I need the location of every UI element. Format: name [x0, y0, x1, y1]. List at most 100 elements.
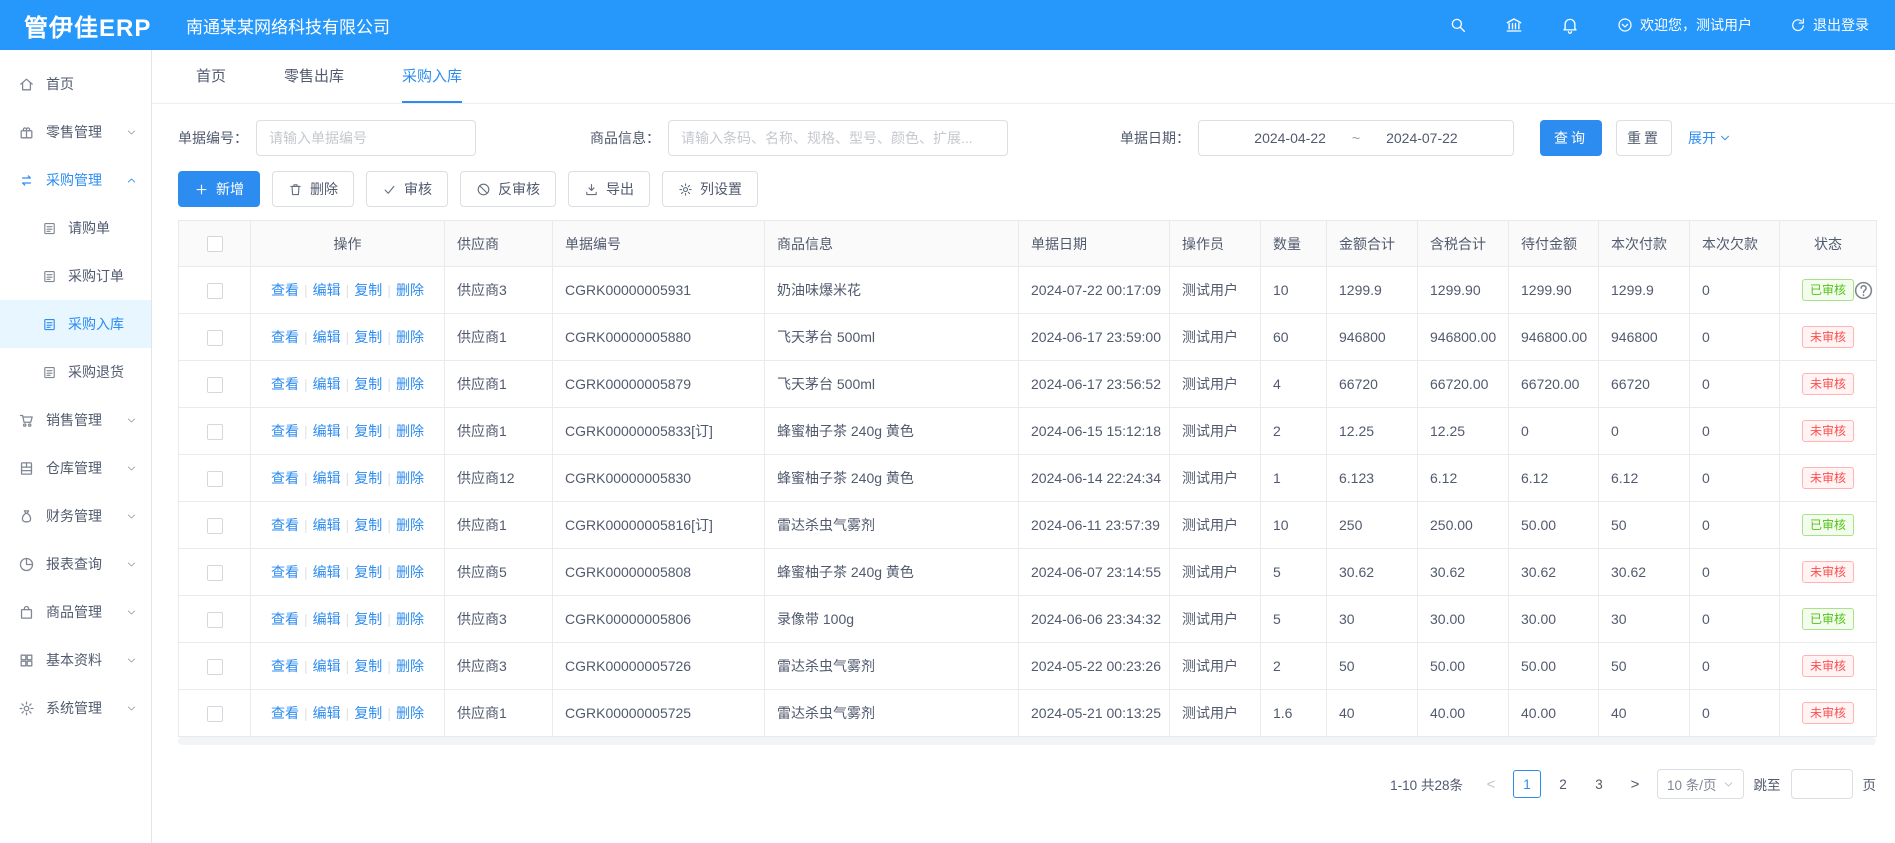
- row-action-3[interactable]: 删除: [396, 329, 424, 345]
- row-action-3[interactable]: 删除: [396, 705, 424, 721]
- search-button[interactable]: 查询: [1540, 120, 1602, 156]
- logout-button[interactable]: 退出登录: [1790, 15, 1869, 35]
- row-checkbox[interactable]: [207, 377, 223, 393]
- sidebar-item-1[interactable]: 零售管理: [0, 108, 151, 156]
- sidebar-item-6[interactable]: 采购退货: [0, 348, 151, 396]
- page-button-1[interactable]: 1: [1513, 770, 1541, 798]
- row-action-1[interactable]: 编辑: [313, 658, 341, 674]
- sidebar-item-8[interactable]: 仓库管理: [0, 444, 151, 492]
- sidebar-item-12[interactable]: 基本资料: [0, 636, 151, 684]
- row-action-2[interactable]: 复制: [354, 517, 382, 533]
- sidebar-item-2[interactable]: 采购管理: [0, 156, 151, 204]
- row-checkbox[interactable]: [207, 471, 223, 487]
- audit-button[interactable]: 审核: [366, 171, 448, 207]
- row-action-2[interactable]: 复制: [354, 376, 382, 392]
- row-checkbox[interactable]: [207, 706, 223, 722]
- sidebar-item-9[interactable]: 财务管理: [0, 492, 151, 540]
- help-icon[interactable]: [1853, 280, 1874, 301]
- row-action-2[interactable]: 复制: [354, 611, 382, 627]
- row-action-2[interactable]: 复制: [354, 423, 382, 439]
- row-action-1[interactable]: 编辑: [313, 611, 341, 627]
- page-button-3[interactable]: 3: [1585, 770, 1613, 798]
- tab-2[interactable]: 采购入库: [402, 50, 462, 103]
- sidebar-item-0[interactable]: 首页: [0, 60, 151, 108]
- row-action-2[interactable]: 复制: [354, 658, 382, 674]
- row-checkbox[interactable]: [207, 330, 223, 346]
- unaudit-button[interactable]: 反审核: [460, 171, 556, 207]
- bell-icon[interactable]: [1561, 16, 1579, 34]
- search-icon[interactable]: [1449, 16, 1467, 34]
- row-action-1[interactable]: 编辑: [313, 564, 341, 580]
- sidebar-item-11[interactable]: 商品管理: [0, 588, 151, 636]
- reset-button[interactable]: 重置: [1616, 120, 1672, 156]
- row-action-2[interactable]: 复制: [354, 705, 382, 721]
- product-info-input[interactable]: [668, 120, 1008, 156]
- horizontal-scrollbar[interactable]: [178, 737, 1876, 745]
- row-action-2[interactable]: 复制: [354, 329, 382, 345]
- row-action-1[interactable]: 编辑: [313, 376, 341, 392]
- cell-owed: 0: [1690, 455, 1780, 502]
- row-checkbox[interactable]: [207, 424, 223, 440]
- expand-filters-link[interactable]: 展开: [1688, 128, 1731, 148]
- date-end-value[interactable]: 2024-07-22: [1386, 130, 1458, 146]
- bank-icon[interactable]: [1505, 16, 1523, 34]
- row-action-3[interactable]: 删除: [396, 282, 424, 298]
- row-action-1[interactable]: 编辑: [313, 423, 341, 439]
- row-action-0[interactable]: 查看: [271, 470, 299, 486]
- sidebar-item-5[interactable]: 采购入库: [0, 300, 151, 348]
- sidebar-item-3[interactable]: 请购单: [0, 204, 151, 252]
- row-action-1[interactable]: 编辑: [313, 329, 341, 345]
- row-checkbox[interactable]: [207, 518, 223, 534]
- jump-to-page-input[interactable]: [1791, 769, 1853, 799]
- cell-payable: 40.00: [1509, 690, 1599, 737]
- row-action-0[interactable]: 查看: [271, 611, 299, 627]
- row-action-1[interactable]: 编辑: [313, 470, 341, 486]
- row-action-3[interactable]: 删除: [396, 517, 424, 533]
- row-action-0[interactable]: 查看: [271, 564, 299, 580]
- date-range-picker[interactable]: 2024-04-22 ~ 2024-07-22: [1198, 120, 1514, 156]
- action-separator: |: [346, 282, 350, 298]
- delete-button[interactable]: 删除: [272, 171, 354, 207]
- row-action-3[interactable]: 删除: [396, 423, 424, 439]
- sidebar-item-10[interactable]: 报表查询: [0, 540, 151, 588]
- row-action-3[interactable]: 删除: [396, 376, 424, 392]
- row-action-0[interactable]: 查看: [271, 329, 299, 345]
- cell-amount: 12.25: [1327, 408, 1418, 455]
- row-action-1[interactable]: 编辑: [313, 517, 341, 533]
- select-all-checkbox[interactable]: [207, 236, 223, 252]
- tab-1[interactable]: 零售出库: [284, 50, 344, 103]
- column-settings-button[interactable]: 列设置: [662, 171, 758, 207]
- sidebar-item-7[interactable]: 销售管理: [0, 396, 151, 444]
- row-action-0[interactable]: 查看: [271, 658, 299, 674]
- page-button-2[interactable]: 2: [1549, 770, 1577, 798]
- row-action-2[interactable]: 复制: [354, 564, 382, 580]
- row-checkbox[interactable]: [207, 565, 223, 581]
- row-action-1[interactable]: 编辑: [313, 282, 341, 298]
- add-button[interactable]: 新增: [178, 171, 260, 207]
- bill-no-input[interactable]: [256, 120, 476, 156]
- row-action-1[interactable]: 编辑: [313, 705, 341, 721]
- tab-0[interactable]: 首页: [196, 50, 226, 103]
- row-action-3[interactable]: 删除: [396, 658, 424, 674]
- sidebar-item-13[interactable]: 系统管理: [0, 684, 151, 732]
- row-action-0[interactable]: 查看: [271, 517, 299, 533]
- export-button[interactable]: 导出: [568, 171, 650, 207]
- row-checkbox[interactable]: [207, 283, 223, 299]
- next-page-button[interactable]: >: [1623, 776, 1647, 793]
- prev-page-button[interactable]: <: [1479, 776, 1503, 793]
- row-checkbox[interactable]: [207, 659, 223, 675]
- row-action-2[interactable]: 复制: [354, 282, 382, 298]
- row-action-0[interactable]: 查看: [271, 423, 299, 439]
- row-action-0[interactable]: 查看: [271, 376, 299, 392]
- row-checkbox[interactable]: [207, 612, 223, 628]
- row-action-3[interactable]: 删除: [396, 611, 424, 627]
- page-size-select[interactable]: 10 条/页: [1657, 769, 1744, 799]
- row-action-3[interactable]: 删除: [396, 470, 424, 486]
- sidebar-item-4[interactable]: 采购订单: [0, 252, 151, 300]
- row-action-2[interactable]: 复制: [354, 470, 382, 486]
- date-start-value[interactable]: 2024-04-22: [1254, 130, 1326, 146]
- row-action-0[interactable]: 查看: [271, 705, 299, 721]
- welcome-user[interactable]: 欢迎您，测试用户: [1617, 15, 1752, 35]
- row-action-3[interactable]: 删除: [396, 564, 424, 580]
- row-action-0[interactable]: 查看: [271, 282, 299, 298]
